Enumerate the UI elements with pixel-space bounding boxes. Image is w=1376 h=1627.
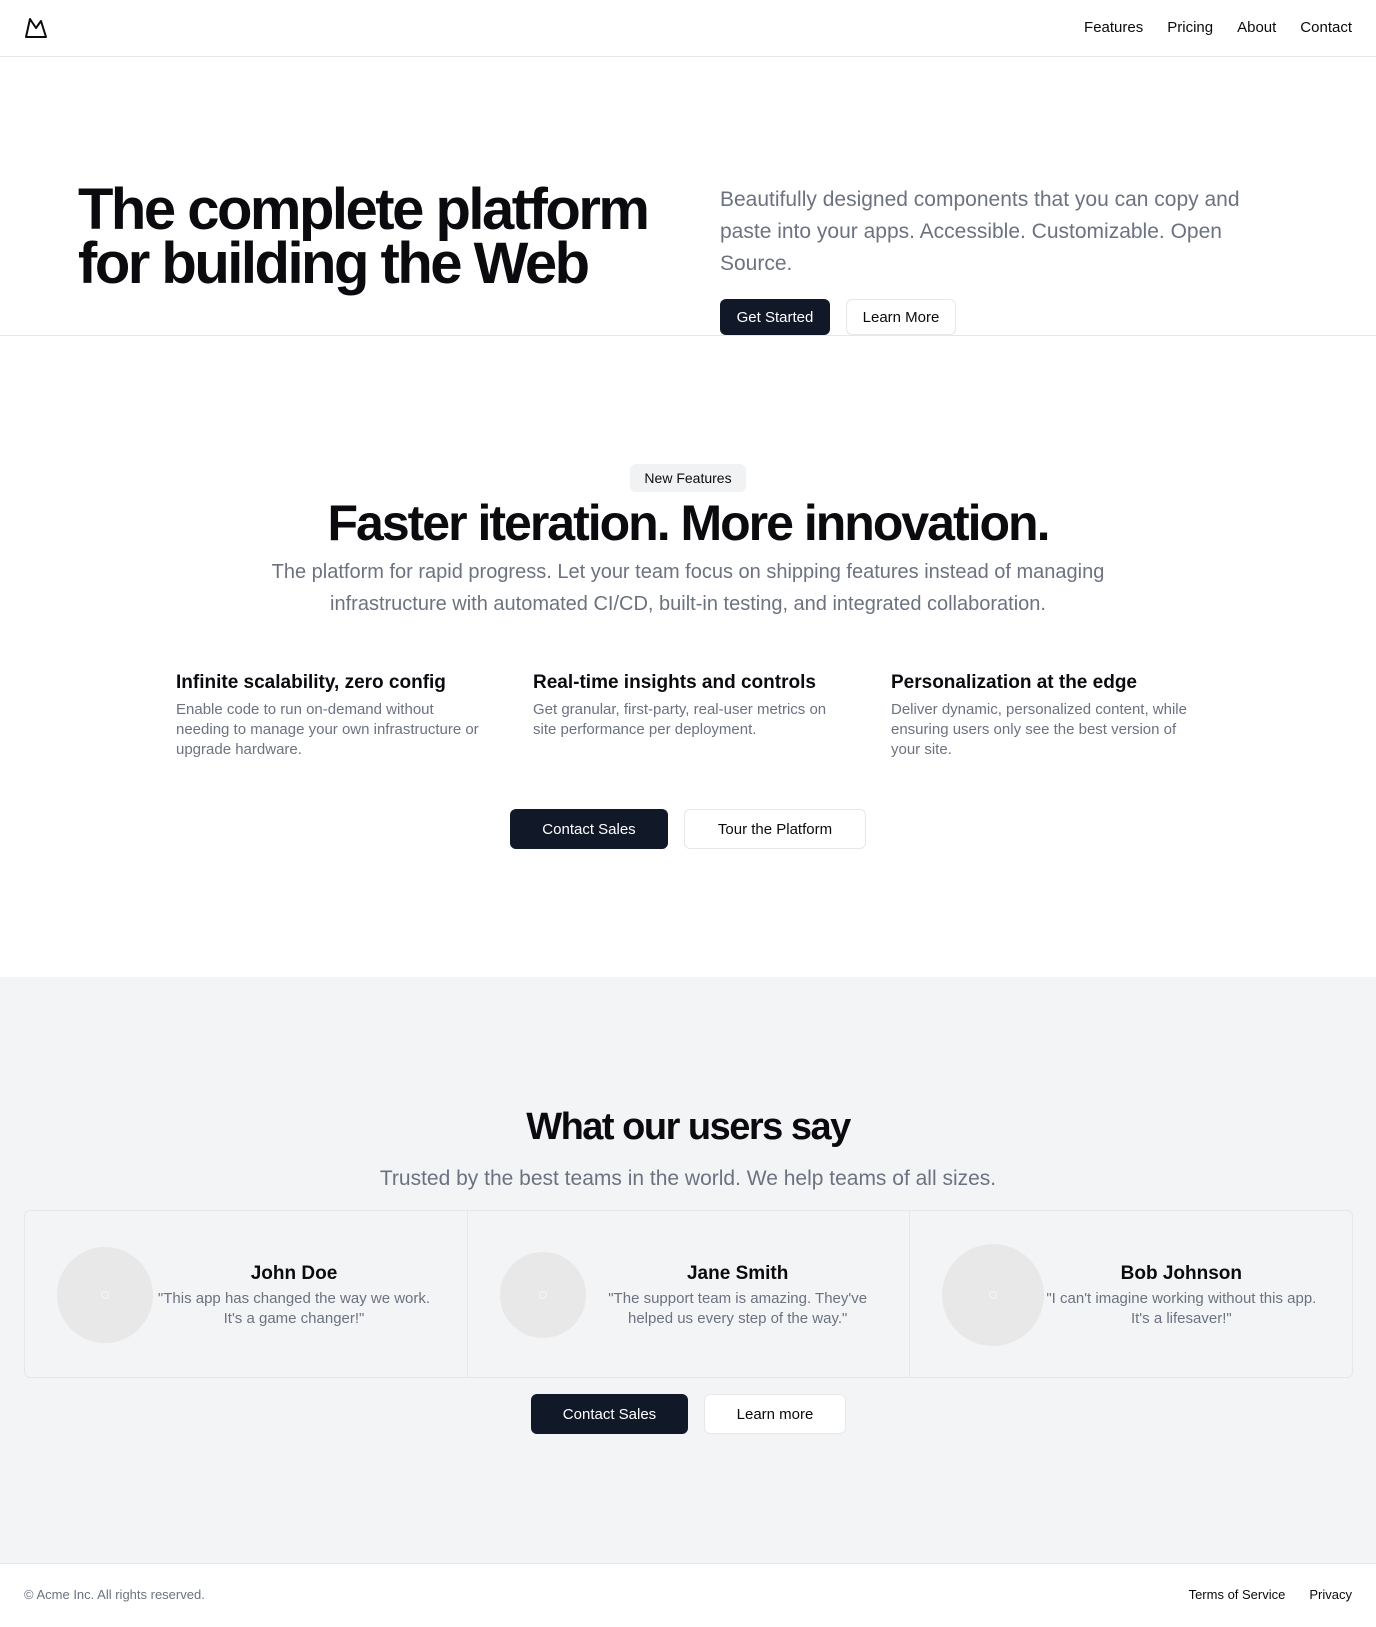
mountain-logo-icon[interactable]	[24, 16, 48, 40]
testimonial-card: Bob Johnson "I can't imagine working wit…	[909, 1211, 1352, 1377]
testimonial-card: John Doe "This app has changed the way w…	[25, 1211, 467, 1377]
site-footer: © Acme Inc. All rights reserved. Terms o…	[0, 1563, 1376, 1627]
testimonials-title: What our users say	[526, 1106, 851, 1148]
feature-description: Enable code to run on-demand without nee…	[176, 701, 479, 758]
feature-title: Personalization at the edge	[891, 672, 1137, 693]
hero-divider	[0, 335, 1376, 336]
testimonial-body: Jane Smith "The support team is amazing.…	[588, 1261, 888, 1329]
testimonial-cards: John Doe "This app has changed the way w…	[24, 1210, 1353, 1378]
feature-description: Deliver dynamic, personalized content, w…	[891, 701, 1187, 758]
feature-item: Real-time insights and controls Get gran…	[533, 670, 843, 740]
learn-more-button[interactable]: Learn More	[846, 299, 956, 335]
testimonial-quote: "I can't imagine working without this ap…	[1046, 1290, 1317, 1327]
feature-description: Get granular, first-party, real-user met…	[533, 701, 827, 738]
terms-link[interactable]: Terms of Service	[1189, 1586, 1286, 1604]
get-started-button[interactable]: Get Started	[720, 299, 830, 335]
hero-title: The complete platform for building the W…	[78, 177, 650, 296]
avatar	[499, 1252, 586, 1338]
feature-title: Infinite scalability, zero config	[176, 672, 446, 693]
hero-description: Beautifully designed components that you…	[720, 188, 1240, 275]
new-features-badge: New Features	[630, 464, 746, 492]
testimonials-subtitle: Trusted by the best teams in the world. …	[379, 1167, 997, 1190]
avatar	[942, 1244, 1045, 1346]
avatar	[57, 1247, 153, 1343]
testimonial-card: Jane Smith "The support team is amazing.…	[466, 1211, 910, 1377]
feature-title: Real-time insights and controls	[533, 672, 816, 693]
testimonial-name: Bob Johnson	[1120, 1263, 1243, 1284]
privacy-link[interactable]: Privacy	[1309, 1586, 1352, 1604]
testimonial-name: John Doe	[250, 1263, 338, 1284]
learn-more-button[interactable]: Learn more	[704, 1394, 846, 1434]
feature-item: Personalization at the edge Deliver dyna…	[891, 670, 1201, 760]
testimonial-body: Bob Johnson "I can't imagine working wit…	[1036, 1261, 1326, 1329]
nav-link-contact[interactable]: Contact	[1300, 18, 1352, 38]
nav-link-features[interactable]: Features	[1084, 18, 1143, 38]
contact-sales-button[interactable]: Contact Sales	[531, 1394, 688, 1434]
testimonial-quote: "This app has changed the way we work. I…	[157, 1290, 431, 1327]
testimonial-body: John Doe "This app has changed the way w…	[149, 1261, 439, 1329]
tour-platform-button[interactable]: Tour the Platform	[684, 809, 866, 849]
main-nav: Features Pricing About Contact	[1084, 18, 1352, 38]
testimonial-quote: "The support team is amazing. They've he…	[608, 1290, 868, 1327]
copyright-text: © Acme Inc. All rights reserved.	[24, 1587, 205, 1602]
nav-link-pricing[interactable]: Pricing	[1167, 18, 1213, 38]
footer-nav: Terms of Service Privacy	[1189, 1586, 1352, 1604]
image-placeholder-icon	[989, 1291, 998, 1299]
image-placeholder-icon	[538, 1291, 547, 1299]
contact-sales-button[interactable]: Contact Sales	[510, 809, 668, 849]
site-header: Features Pricing About Contact	[0, 0, 1376, 57]
features-title: Faster iteration. More innovation.	[327, 495, 1051, 551]
features-subtitle: The platform for rapid progress. Let you…	[271, 561, 1105, 615]
feature-item: Infinite scalability, zero config Enable…	[176, 670, 486, 760]
testimonial-name: Jane Smith	[686, 1263, 789, 1284]
image-placeholder-icon	[101, 1291, 109, 1299]
nav-link-about[interactable]: About	[1237, 18, 1276, 38]
